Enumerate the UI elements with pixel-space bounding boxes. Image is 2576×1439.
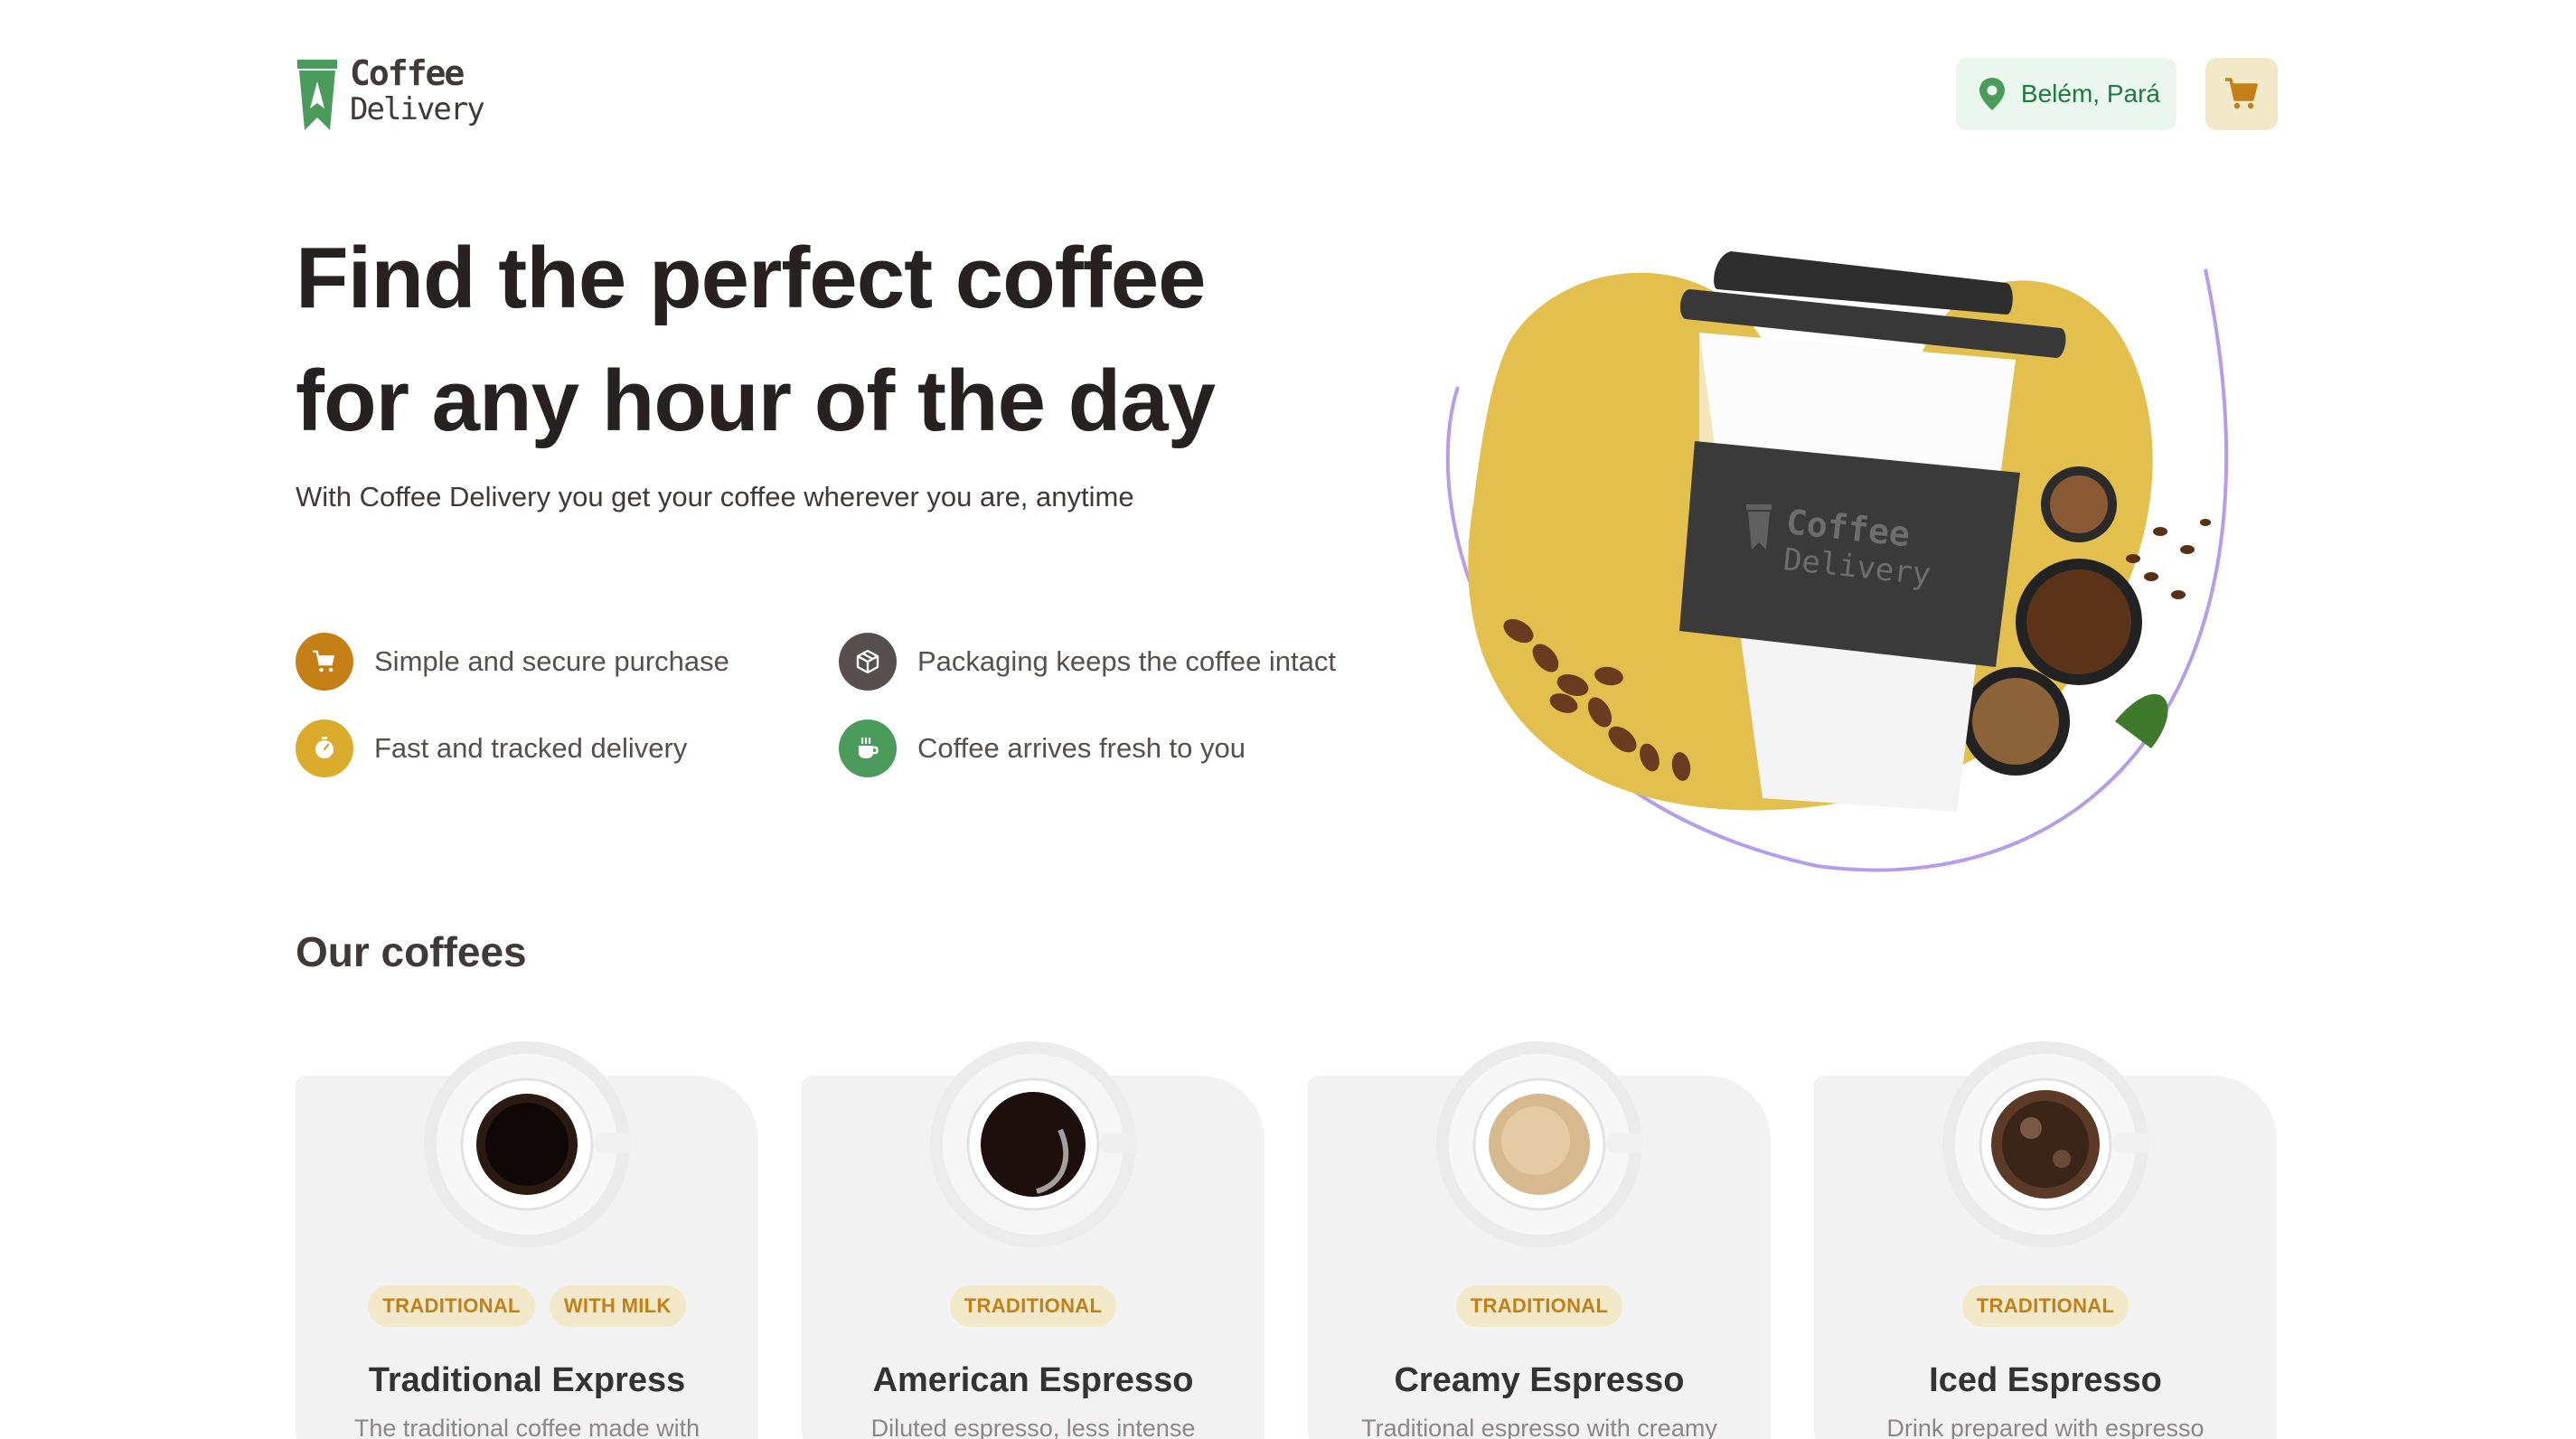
cart-icon: [296, 633, 353, 691]
tag: TRADITIONAL: [949, 1285, 1117, 1327]
logo[interactable]: Coffee Delivery: [296, 56, 485, 132]
coffee-cup-image: [1942, 1041, 2150, 1247]
location-label: Belém, Pará: [2020, 80, 2160, 108]
tag: TRADITIONAL: [1961, 1285, 2129, 1327]
feature-label: Coffee arrives fresh to you: [917, 732, 1246, 764]
cart-icon: [2225, 78, 2258, 109]
logo-line-2: Delivery: [350, 91, 485, 127]
tag: TRADITIONAL: [368, 1285, 535, 1327]
feature-item: Fast and tracked delivery: [296, 720, 687, 777]
feature-item: Simple and secure purchase: [296, 633, 729, 691]
coffee-tags: TRADITIONAL WITH MILK: [296, 1285, 758, 1327]
features-list: Simple and secure purchase Packaging kee…: [296, 633, 1380, 786]
logo-cup-icon: [297, 60, 337, 130]
hero-coffee-cup-illustration: Coffee Delivery: [1445, 251, 2228, 872]
coffee-card[interactable]: TRADITIONAL Creamy Espresso Traditional …: [1308, 1041, 1771, 1439]
coffee-name: Iced Espresso: [1929, 1361, 2162, 1399]
feature-label: Simple and secure purchase: [374, 645, 729, 677]
coffee-card[interactable]: TRADITIONAL American Espresso Diluted es…: [802, 1041, 1264, 1439]
package-icon: [839, 633, 897, 691]
coffee-card[interactable]: TRADITIONAL WITH MILK Traditional Expres…: [296, 1041, 758, 1439]
coffee-description: Traditional espresso with creamy: [1361, 1415, 1717, 1439]
feature-item: Coffee arrives fresh to you: [839, 720, 1246, 777]
coffee-tags: TRADITIONAL: [1814, 1285, 2277, 1327]
timer-icon: [296, 720, 353, 777]
coffee-name: Traditional Express: [368, 1361, 686, 1399]
coffee-description: The traditional coffee made with: [353, 1415, 700, 1439]
logo-line-1: Coffee: [350, 53, 465, 93]
hero-title-line-1: Find the perfect coffee: [296, 230, 1206, 326]
coffee-cup-image: [930, 1041, 1138, 1247]
tag: TRADITIONAL: [1455, 1285, 1623, 1327]
coffee-card-list: TRADITIONAL WITH MILK Traditional Expres…: [296, 1039, 2278, 1439]
cart-button[interactable]: [2205, 58, 2278, 130]
hero-title: Find the perfect coffee for any hour of …: [296, 217, 1290, 463]
coffee-tags: TRADITIONAL: [1308, 1285, 1771, 1327]
feature-label: Packaging keeps the coffee intact: [917, 645, 1337, 677]
map-pin-icon: [1979, 78, 2005, 110]
coffee-card[interactable]: TRADITIONAL Iced Espresso Drink prepared…: [1814, 1041, 2277, 1439]
header: Coffee Delivery Belém, Pará: [296, 54, 2278, 132]
coffee-cup-image: [1436, 1041, 1644, 1247]
coffee-tags: TRADITIONAL: [802, 1285, 1264, 1327]
location-button[interactable]: Belém, Pará: [1955, 58, 2176, 130]
coffee-cup-image: [424, 1041, 632, 1247]
feature-item: Packaging keeps the coffee intact: [839, 633, 1336, 691]
coffee-name: American Espresso: [872, 1361, 1194, 1399]
section-title: Our coffees: [296, 928, 527, 975]
hero-subtitle: With Coffee Delivery you get your coffee…: [296, 481, 1134, 513]
tag: WITH MILK: [549, 1285, 686, 1327]
feature-label: Fast and tracked delivery: [374, 732, 688, 764]
hero-title-line-2: for any hour of the day: [296, 353, 1216, 449]
coffee-name: Creamy Espresso: [1394, 1361, 1685, 1399]
logo-text: Coffee Delivery: [350, 53, 485, 127]
coffee-icon: [839, 720, 897, 777]
coffee-description: Drink prepared with espresso: [1886, 1415, 2205, 1439]
coffee-description: Diluted espresso, less intense: [870, 1415, 1196, 1439]
